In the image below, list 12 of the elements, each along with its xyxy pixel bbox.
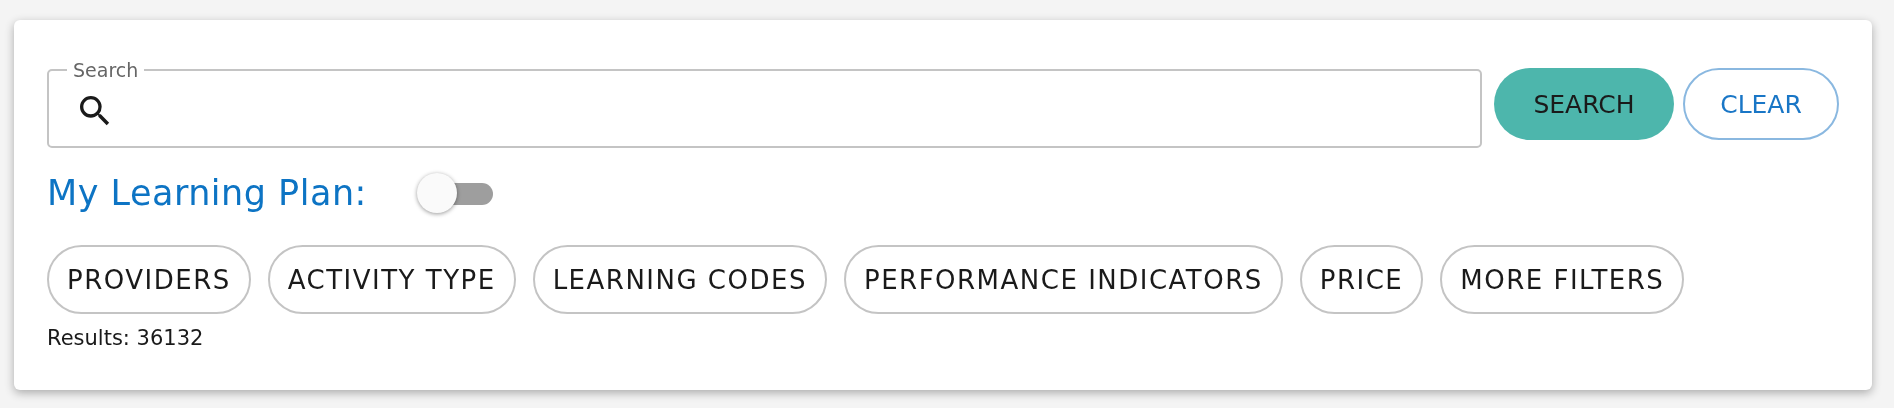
toggle-switch[interactable] <box>416 172 493 214</box>
clear-button[interactable]: CLEAR <box>1683 68 1839 140</box>
filter-chip[interactable]: LEARNING CODES <box>532 245 827 314</box>
filter-chip[interactable]: ACTIVITY TYPE <box>267 245 516 314</box>
results-count: Results: 36132 <box>47 326 205 350</box>
filter-chip[interactable]: PROVIDERS <box>47 245 251 314</box>
field-label: Search <box>72 58 140 82</box>
filter-chip[interactable]: PERFORMANCE INDICATORS <box>843 245 1283 314</box>
learning-plan-label: My Learning Plan: <box>47 173 367 213</box>
filter-chip[interactable]: MORE FILTERS <box>1440 245 1685 314</box>
search-button[interactable]: SEARCH <box>1494 68 1674 140</box>
filter-chip[interactable]: PRICE <box>1299 245 1424 314</box>
